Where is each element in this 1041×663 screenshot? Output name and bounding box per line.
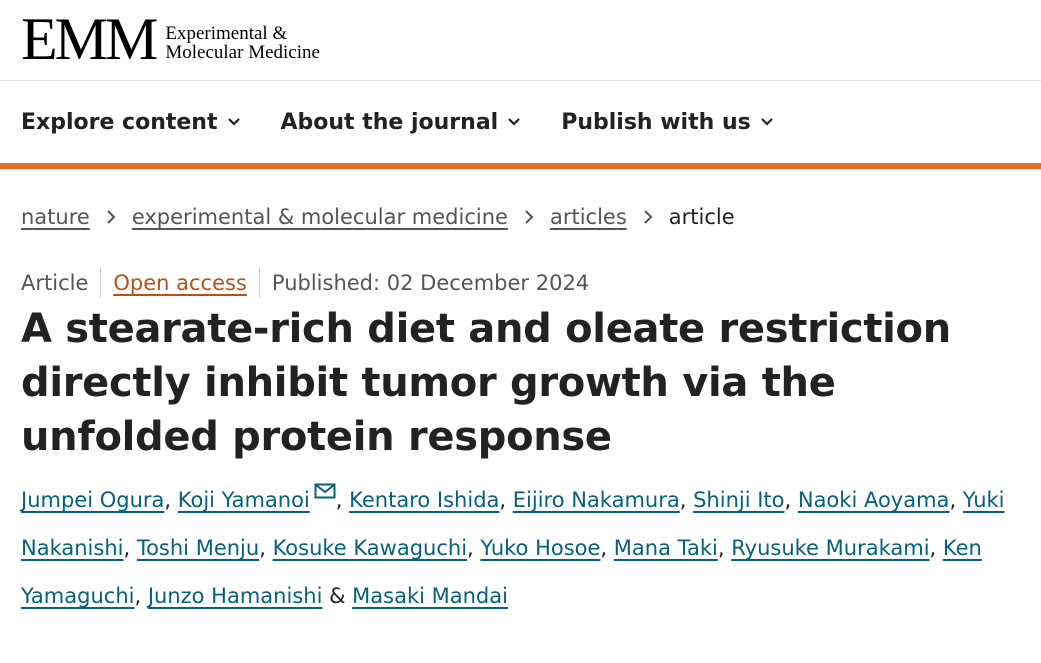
- author-list: Jumpei Ogura, Koji Yamanoi, Kentaro Ishi…: [0, 476, 1041, 620]
- journal-logo[interactable]: EMM: [21, 9, 158, 69]
- author-link[interactable]: Kosuke Kawaguchi: [273, 536, 467, 560]
- author-link[interactable]: Eijiro Nakamura: [513, 488, 680, 512]
- chevron-down-icon: [760, 118, 773, 126]
- breadcrumb-current: article: [668, 205, 735, 229]
- journal-name-line1: Experimental &: [165, 23, 288, 44]
- author-link[interactable]: Toshi Menju: [137, 536, 259, 560]
- nav-explore-content[interactable]: Explore content: [21, 110, 241, 135]
- meta-divider: [100, 268, 102, 298]
- nav-label: About the journal: [280, 109, 499, 135]
- article-title: A stearate-rich diet and oleate restrict…: [21, 306, 951, 460]
- author-link[interactable]: Shinji Ito: [693, 488, 784, 512]
- journal-name: Experimental & Molecular Medicine: [165, 24, 320, 62]
- main-nav: Explore content About the journal Publis…: [0, 81, 1041, 169]
- breadcrumb-articles[interactable]: articles: [550, 205, 627, 229]
- nav-publish-with-us[interactable]: Publish with us: [561, 110, 774, 135]
- author-link[interactable]: Junzo Hamanishi: [148, 584, 323, 608]
- journal-name-line2: Molecular Medicine: [165, 42, 320, 63]
- author-link[interactable]: Naoki Aoyama: [798, 488, 950, 512]
- article-type: Article: [21, 271, 89, 295]
- nav-label: Publish with us: [561, 109, 751, 135]
- open-access-link[interactable]: Open access: [113, 271, 247, 295]
- chevron-down-icon: [227, 118, 240, 126]
- envelope-icon[interactable]: [314, 483, 336, 499]
- author-link[interactable]: Mana Taki: [614, 536, 718, 560]
- site-header: EMM Experimental & Molecular Medicine: [0, 0, 1041, 81]
- breadcrumb-journal[interactable]: experimental & molecular medicine: [132, 205, 508, 229]
- author-link[interactable]: Jumpei Ogura: [21, 488, 164, 512]
- published-date: Published: 02 December 2024: [271, 271, 590, 295]
- nav-label: Explore content: [21, 109, 218, 135]
- article-meta: Article Open access Published: 02 Decemb…: [0, 268, 1041, 298]
- author-link[interactable]: Masaki Mandai: [352, 584, 508, 608]
- chevron-right-icon: [525, 210, 534, 224]
- meta-divider: [258, 268, 260, 298]
- chevron-right-icon: [644, 210, 653, 224]
- breadcrumb: nature experimental & molecular medicine…: [0, 169, 1041, 265]
- chevron-right-icon: [107, 210, 116, 224]
- author-link[interactable]: Kentaro Ishida: [349, 488, 499, 512]
- nav-about-journal[interactable]: About the journal: [281, 110, 522, 135]
- chevron-down-icon: [508, 118, 520, 126]
- author-link[interactable]: Ryusuke Murakami: [731, 536, 929, 560]
- author-link[interactable]: Koji Yamanoi: [178, 488, 310, 512]
- author-link[interactable]: Yuko Hosoe: [480, 536, 600, 560]
- breadcrumb-nature[interactable]: nature: [21, 205, 90, 229]
